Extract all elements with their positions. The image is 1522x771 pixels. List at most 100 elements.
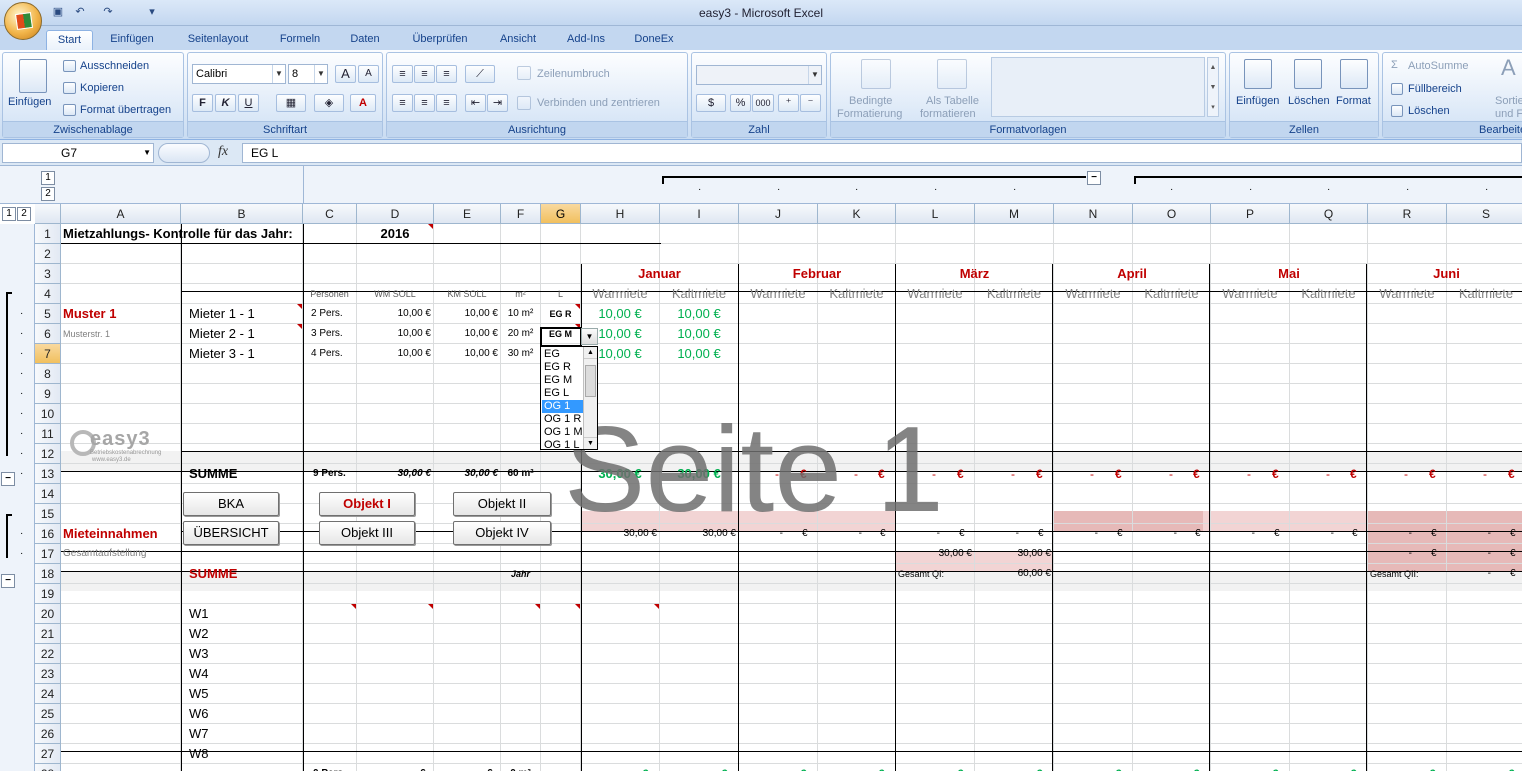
column-header-m[interactable]: M (975, 204, 1054, 224)
tab-einfuegen[interactable]: Einfügen (100, 30, 164, 50)
collapse-rows-5-13-button[interactable]: − (1, 472, 15, 486)
dropdown-option[interactable]: OG 1 R (542, 413, 584, 426)
validation-dropdown-list[interactable]: EG EG R EG M EG L OG 1 OG 1 R OG 1 M OG 1 L ▲ ▼ (540, 346, 598, 452)
row-header-14[interactable]: 14 (35, 484, 61, 504)
dropdown-option[interactable]: EG L (542, 387, 584, 400)
conditional-format-label[interactable]: Bedingte (849, 95, 892, 107)
dropdown-option[interactable]: OG 1 L (542, 439, 584, 452)
office-button[interactable] (4, 2, 42, 40)
outline-row-level-1-button[interactable]: 1 (2, 207, 16, 221)
row-header-2[interactable]: 2 (35, 244, 61, 264)
font-name-select[interactable]: Calibri ▼ (192, 64, 286, 84)
gallery-scroll[interactable]: ▲ ▼ ▾ (1207, 57, 1219, 117)
row-header-28[interactable]: 28 (35, 764, 61, 771)
fill-button[interactable]: Füllbereich (1408, 83, 1462, 95)
column-header-i[interactable]: I (660, 204, 739, 224)
fill-color-icon[interactable]: ◈ (314, 94, 344, 112)
font-size-select[interactable]: 8 ▼ (288, 64, 328, 84)
dropdown-option[interactable]: EG R (542, 361, 584, 374)
formula-bar-toggle[interactable] (158, 143, 210, 163)
cut-button[interactable]: Ausschneiden (80, 60, 149, 72)
tab-formeln[interactable]: Formeln (270, 30, 330, 50)
row-header-3[interactable]: 3 (35, 264, 61, 284)
collapse-rows-16-18-button[interactable]: − (1, 574, 15, 588)
align-right-icon[interactable]: ≡ (436, 94, 457, 112)
tab-daten[interactable]: Daten (338, 30, 392, 50)
align-top-icon[interactable]: ≡ (392, 65, 413, 83)
objekt-1-button[interactable]: Objekt I (319, 492, 415, 516)
formula-input[interactable]: EG L (242, 143, 1522, 163)
paste-icon[interactable] (19, 59, 47, 93)
paste-button[interactable]: Einfügen (8, 96, 51, 108)
wrap-text-button[interactable]: Zeilenumbruch (537, 68, 610, 80)
sort-filter-label-2[interactable]: und Fil (1495, 108, 1522, 120)
column-header-k[interactable]: K (818, 204, 896, 224)
column-header-o[interactable]: O (1133, 204, 1211, 224)
orientation-icon[interactable]: ⟋ (465, 65, 495, 83)
row-header-18[interactable]: 18 (35, 564, 61, 584)
merge-center-button[interactable]: Verbinden und zentrieren (537, 97, 660, 109)
column-header-r[interactable]: R (1368, 204, 1447, 224)
name-box[interactable]: G7 ▼ (2, 143, 154, 163)
objekt-3-button[interactable]: Objekt III (319, 521, 415, 545)
style-gallery[interactable] (991, 57, 1205, 117)
row-header-27[interactable]: 27 (35, 744, 61, 764)
decrease-indent-icon[interactable]: ⇤ (465, 94, 486, 112)
row-header-26[interactable]: 26 (35, 724, 61, 744)
scroll-up-icon[interactable]: ▲ (584, 347, 597, 359)
row-header-16[interactable]: 16 (35, 524, 61, 544)
align-bottom-icon[interactable]: ≡ (436, 65, 457, 83)
column-header-l[interactable]: L (896, 204, 975, 224)
column-header-h[interactable]: H (581, 204, 660, 224)
row-header-8[interactable]: 8 (35, 364, 61, 384)
delete-cells-icon[interactable] (1294, 59, 1322, 89)
format-painter-button[interactable]: Format übertragen (80, 104, 171, 116)
scroll-thumb[interactable] (585, 365, 596, 397)
align-center-icon[interactable]: ≡ (414, 94, 435, 112)
tab-seitenlayout[interactable]: Seitenlayout (176, 30, 260, 50)
row-header-19[interactable]: 19 (35, 584, 61, 604)
row-header-21[interactable]: 21 (35, 624, 61, 644)
row-header-1[interactable]: 1 (35, 224, 61, 244)
tab-ansicht[interactable]: Ansicht (490, 30, 546, 50)
delete-cells-button[interactable]: Löschen (1288, 95, 1330, 107)
dropdown-option[interactable]: OG 1 M (542, 426, 584, 439)
row-header-10[interactable]: 10 (35, 404, 61, 424)
increase-decimal-icon[interactable]: ⁺ (778, 94, 799, 112)
align-middle-icon[interactable]: ≡ (414, 65, 435, 83)
row-header-24[interactable]: 24 (35, 684, 61, 704)
dropdown-option[interactable]: OG 1 (542, 400, 584, 413)
increase-indent-icon[interactable]: ⇥ (487, 94, 508, 112)
outline-level-1-button[interactable]: 1 (41, 171, 55, 185)
font-color-button[interactable]: A (350, 94, 376, 112)
bka-button[interactable]: BKA (183, 492, 279, 516)
column-header-b[interactable]: B (181, 204, 303, 224)
insert-function-button[interactable]: fx (218, 144, 228, 160)
row-header-9[interactable]: 9 (35, 384, 61, 404)
thousands-button[interactable]: 000 (752, 94, 774, 112)
objekt-4-button[interactable]: Objekt IV (453, 521, 551, 545)
format-as-table-label-2[interactable]: formatieren (920, 108, 976, 120)
row-header-5[interactable]: 5 (35, 304, 61, 324)
row-header-20[interactable]: 20 (35, 604, 61, 624)
currency-icon[interactable]: $ (696, 94, 726, 112)
border-icon[interactable]: ▦ (276, 94, 306, 112)
sort-filter-label[interactable]: Sortie (1495, 95, 1522, 107)
clear-button[interactable]: Löschen (1408, 105, 1450, 117)
dropdown-option[interactable]: EG M (542, 374, 584, 387)
format-cells-button[interactable]: Format (1336, 95, 1371, 107)
objekt-2-button[interactable]: Objekt II (453, 492, 551, 516)
column-header-g[interactable]: G (541, 204, 581, 224)
shrink-font-button[interactable]: A (358, 65, 379, 83)
format-as-table-label[interactable]: Als Tabelle (926, 95, 979, 107)
copy-button[interactable]: Kopieren (80, 82, 124, 94)
column-header-p[interactable]: P (1211, 204, 1290, 224)
outline-row-level-2-button[interactable]: 2 (17, 207, 31, 221)
insert-cells-button[interactable]: Einfügen (1236, 95, 1279, 107)
tab-ueberpruefen[interactable]: Überprüfen (400, 30, 480, 50)
row-header-12[interactable]: 12 (35, 444, 61, 464)
row-header-7[interactable]: 7 (35, 344, 61, 364)
format-cells-icon[interactable] (1340, 59, 1368, 89)
column-header-f[interactable]: F (501, 204, 541, 224)
row-header-4[interactable]: 4 (35, 284, 61, 304)
